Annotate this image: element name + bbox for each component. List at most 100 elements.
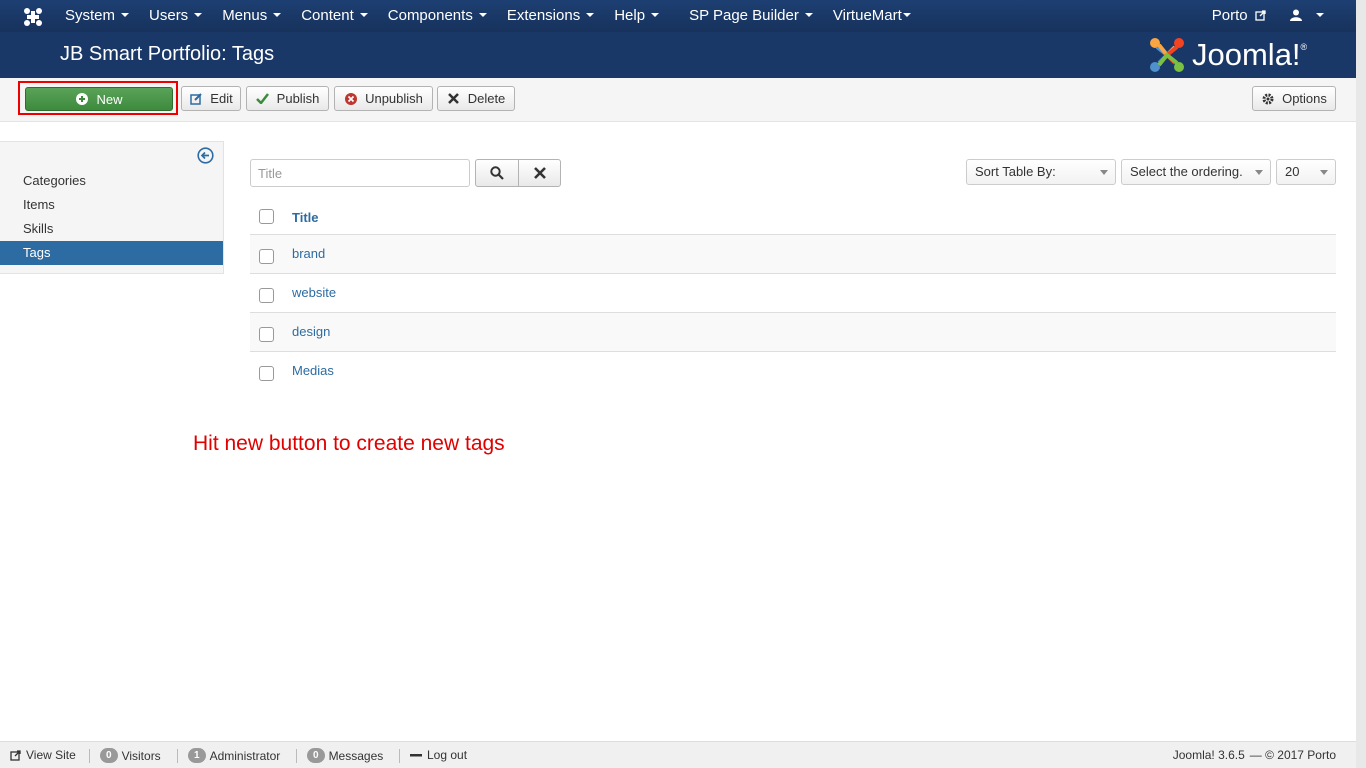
unpublish-button[interactable]: Unpublish (334, 86, 433, 111)
visitors-indicator: 0 Visitors (100, 748, 161, 763)
delete-button-label: Delete (467, 91, 506, 106)
visitors-label: Visitors (121, 748, 161, 763)
instruction-annotation: Hit new button to create new tags (193, 432, 505, 455)
page-scrollbar-track[interactable] (1356, 0, 1366, 768)
menu-extensions[interactable]: Extensions (497, 0, 604, 32)
sidebar-item-tags[interactable]: Tags (0, 241, 223, 265)
row-checkbox[interactable] (259, 327, 274, 342)
menu-help[interactable]: Help (604, 0, 669, 32)
publish-button-label: Publish (276, 91, 320, 106)
chevron-down-icon (804, 13, 813, 18)
edit-button-label: Edit (210, 91, 233, 106)
chevron-down-icon (902, 13, 911, 18)
search-input[interactable] (250, 159, 470, 187)
tag-title-link[interactable]: website (292, 285, 336, 300)
times-circle-icon (344, 92, 358, 106)
tag-title-link[interactable]: design (292, 324, 330, 339)
chevron-down-icon (121, 13, 130, 18)
view-site-link[interactable]: View Site (10, 748, 76, 762)
tags-table: Title brand website design Medias (250, 199, 1336, 391)
toolbar: New Edit Publish Unpublish Delete Option… (0, 78, 1356, 122)
close-icon (447, 92, 461, 106)
menu-label: Menus (222, 7, 268, 24)
menu-label: System (65, 7, 116, 24)
clear-search-button[interactable] (518, 159, 561, 187)
divider (296, 749, 297, 763)
edit-button[interactable]: Edit (181, 86, 241, 111)
visitors-badge: 0 (100, 748, 118, 763)
delete-button[interactable]: Delete (437, 86, 515, 111)
chevron-down-icon (478, 13, 487, 18)
site-link-label: Porto (1211, 7, 1248, 24)
menu-label: Users (149, 7, 189, 24)
joomla-logo: Joomla! ® (1148, 36, 1307, 74)
user-icon (1289, 9, 1302, 21)
menu-components[interactable]: Components (378, 0, 497, 32)
sidebar: Categories Items Skills Tags (0, 141, 224, 274)
menu-system[interactable]: System (55, 0, 139, 32)
administrator-indicator: 1 Administrator (188, 748, 280, 763)
joomla-logo-text: Joomla! (1192, 37, 1301, 72)
table-row: Medias (250, 352, 1336, 391)
external-link-icon (1255, 10, 1266, 21)
search-icon (490, 166, 504, 180)
logout-label: Log out (427, 748, 468, 762)
menu-label: Components (387, 7, 473, 24)
joomla-logo-icon (1150, 38, 1184, 72)
divider (177, 749, 178, 763)
ordering-select[interactable]: Select the ordering. (1121, 159, 1271, 185)
sidebar-item-categories[interactable]: Categories (0, 169, 223, 193)
sidebar-item-skills[interactable]: Skills (0, 217, 223, 241)
table-row: design (250, 313, 1336, 352)
row-checkbox[interactable] (259, 249, 274, 264)
chevron-down-icon (1320, 170, 1328, 175)
menu-menus[interactable]: Menus (212, 0, 291, 32)
menu-label: Help (614, 7, 646, 24)
site-link[interactable]: Porto (1200, 0, 1278, 32)
ordering-value: Select the ordering. (1130, 164, 1243, 179)
administrator-label: Administrator (209, 748, 281, 763)
chevron-down-icon (1255, 170, 1263, 175)
list-limit-select[interactable]: 20 (1276, 159, 1336, 185)
chevron-down-icon (359, 13, 368, 18)
menu-sp-page-builder[interactable]: SP Page Builder (679, 0, 823, 32)
administrator-badge: 1 (188, 748, 206, 763)
tag-title-link[interactable]: Medias (292, 363, 334, 378)
minus-icon (410, 754, 422, 757)
external-link-icon (10, 749, 21, 761)
sidebar-toggle-icon[interactable] (197, 147, 214, 164)
close-icon (533, 167, 546, 179)
chevron-down-icon (586, 13, 595, 18)
edit-icon (189, 92, 203, 106)
chevron-down-icon (651, 13, 660, 18)
row-checkbox[interactable] (259, 288, 274, 303)
user-menu[interactable] (1278, 0, 1336, 32)
logout-link[interactable]: Log out (410, 748, 467, 762)
menu-content[interactable]: Content (291, 0, 378, 32)
search-button[interactable] (475, 159, 519, 187)
row-checkbox[interactable] (259, 366, 274, 381)
menu-label: SP Page Builder (689, 7, 799, 24)
gear-icon (1261, 92, 1275, 106)
joomla-small-icon[interactable] (22, 6, 44, 28)
chevron-down-icon (194, 13, 203, 18)
divider (89, 749, 90, 763)
unpublish-button-label: Unpublish (365, 91, 423, 106)
version-info: Joomla! 3.6.5 — © 2017 Porto (1173, 748, 1336, 762)
chevron-down-icon (273, 13, 282, 18)
messages-indicator[interactable]: 0 Messages (307, 748, 383, 763)
options-button-label: Options (1282, 91, 1327, 106)
sort-table-select[interactable]: Sort Table By: (966, 159, 1116, 185)
sidebar-item-items[interactable]: Items (0, 193, 223, 217)
page-title: JB Smart Portfolio: Tags (60, 43, 275, 65)
tag-title-link[interactable]: brand (292, 246, 325, 261)
options-button[interactable]: Options (1252, 86, 1336, 111)
title-column-header[interactable]: Title (292, 210, 319, 225)
chevron-down-icon (1100, 170, 1108, 175)
messages-badge: 0 (307, 748, 325, 763)
select-all-checkbox[interactable] (259, 209, 274, 224)
copyright-label: — © 2017 Porto (1249, 748, 1336, 762)
menu-virtuemart[interactable]: VirtueMart (823, 0, 921, 32)
menu-users[interactable]: Users (139, 0, 212, 32)
publish-button[interactable]: Publish (246, 86, 329, 111)
